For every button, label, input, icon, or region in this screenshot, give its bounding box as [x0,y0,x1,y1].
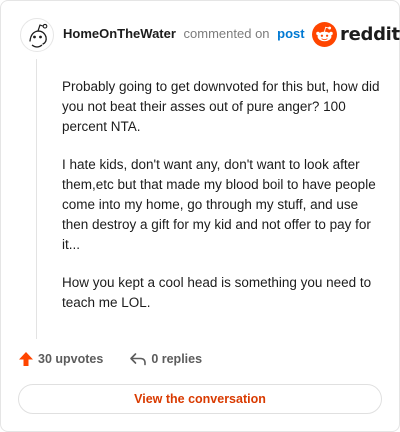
reddit-brand[interactable]: reddit [312,21,400,47]
upvote-count: 30 upvotes [38,352,104,366]
author-link[interactable]: HomeOnTheWater [63,26,176,41]
thread-line [36,59,37,339]
snoo-avatar-icon[interactable] [20,18,54,52]
comment-footer: 30 upvotes 0 replies [18,349,202,369]
upvote-arrow-icon[interactable] [18,351,34,367]
comment-paragraph: I hate kids, don't want any, don't want … [62,157,376,252]
reddit-logo-icon [312,21,337,47]
brand-wordmark: reddit [340,23,400,45]
reply-arrow-icon[interactable] [129,352,147,366]
reply-count: 0 replies [151,352,203,366]
action-text: commented on [183,26,270,41]
post-link[interactable]: post [277,26,304,41]
comment-paragraph: Probably going to get downvoted for this… [62,79,380,134]
view-conversation-button[interactable]: View the conversation [18,384,382,414]
comment-paragraph: How you kept a cool head is something yo… [62,275,372,310]
comment-embed-card: HomeOnTheWater commented on post reddit … [0,0,400,432]
comment-body: Probably going to get downvoted for this… [62,77,380,331]
comment-header: HomeOnTheWater commented on post [63,26,305,42]
